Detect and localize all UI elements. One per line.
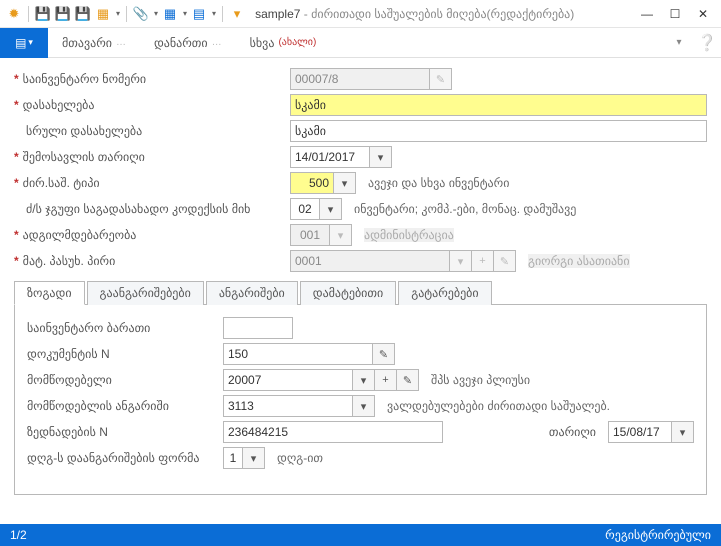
menu-bar: ▤ ▾ მთავარი … დანართი … სხვა(ახალი) ▾ ❔ [0, 28, 721, 58]
menu-other-label: სხვა [250, 36, 275, 50]
page-indicator: 1/2 [10, 528, 27, 542]
doc-n-field[interactable] [223, 343, 373, 365]
chevron-down-icon: ▾ [28, 37, 33, 48]
card-icon[interactable]: ▤ [191, 6, 207, 22]
waybill-label: ზედნადების N [27, 425, 217, 439]
title-bar: ✹ 💾 💾 💾 ▦ ▾ 📎 ▾ ▦ ▾ ▤ ▾ ▾ sample7 - ძირი… [0, 0, 721, 28]
waybill-date-field[interactable] [608, 421, 672, 443]
location-text: ადმინისტრაცია [364, 228, 454, 242]
asset-type-text: ავეჯი და სხვა ინვენტარი [368, 176, 509, 190]
status-bar: 1/2 რეგისტრირებული [0, 524, 721, 546]
tax-group-label: ძ/ს ჯგუფი საგადასახადო კოდექსის მიხ [14, 202, 284, 216]
supplier-text: შპს ავეჯი პლიუსი [431, 373, 530, 387]
full-name-field[interactable] [290, 120, 707, 142]
save-new-icon[interactable]: 💾 [75, 6, 91, 22]
tab-accounts[interactable]: ანგარიშები [206, 281, 298, 305]
menu-expand-icon[interactable]: ▾ [665, 37, 693, 48]
form-area: *საინვენტარო ნომერი ✎ *დასახელება სრული … [0, 58, 721, 524]
responsible-add-icon: + [472, 250, 494, 272]
inv-card-field[interactable] [223, 317, 293, 339]
save-icon[interactable]: 💾 [35, 6, 51, 22]
supplier-dropdown-icon[interactable]: ▾ [353, 369, 375, 391]
supplier-label: მომწოდებელი [27, 373, 217, 387]
vat-form-code[interactable] [223, 447, 243, 469]
asset-type-code[interactable] [290, 172, 334, 194]
asset-type-dropdown-icon[interactable]: ▾ [334, 172, 356, 194]
tab-strip: ზოგადი გაანგარიშებები ანგარიშები დამატებ… [14, 280, 707, 305]
card-dropdown[interactable]: ▾ [212, 9, 216, 18]
menu-other[interactable]: სხვა(ახალი) [236, 28, 331, 58]
doc-name: sample7 [255, 7, 300, 21]
inv-number-label: *საინვენტარო ნომერი [14, 72, 284, 86]
calc-dropdown[interactable]: ▾ [116, 9, 120, 18]
responsible-code [290, 250, 450, 272]
maximize-button[interactable]: ☐ [663, 4, 687, 24]
grid-dropdown[interactable]: ▾ [183, 9, 187, 18]
inv-card-label: საინვენტარო ბარათი [27, 321, 217, 335]
tab-panel-general: საინვენტარო ბარათი დოკუმენტის N ✎ მომწოდ… [14, 305, 707, 495]
menu-main-label: მთავარი [62, 36, 112, 50]
attach-icon[interactable]: 📎 [133, 6, 149, 22]
doc-n-label: დოკუმენტის N [27, 347, 217, 361]
responsible-text: გიორგი ასათიანი [528, 254, 630, 268]
supplier-acc-dropdown-icon[interactable]: ▾ [353, 395, 375, 417]
responsible-dropdown-icon: ▾ [450, 250, 472, 272]
tab-calculations[interactable]: გაანგარიშებები [87, 281, 204, 305]
income-date-field[interactable] [290, 146, 370, 168]
vat-form-text: დღგ-ით [277, 451, 323, 465]
menu-attachment[interactable]: დანართი … [140, 28, 236, 58]
inv-number-edit-icon: ✎ [430, 68, 452, 90]
waybill-date-label: თარიღი [549, 425, 596, 439]
responsible-edit-icon: ✎ [494, 250, 516, 272]
income-date-picker-icon[interactable]: ▾ [370, 146, 392, 168]
close-button[interactable]: ✕ [691, 4, 715, 24]
menu-file[interactable]: ▤ ▾ [0, 28, 48, 58]
full-name-label: სრული დასახელება [14, 124, 284, 138]
tax-group-code[interactable] [290, 198, 320, 220]
menu-file-icon: ▤ [15, 36, 26, 50]
supplier-add-icon[interactable]: + [375, 369, 397, 391]
save-close-icon[interactable]: 💾 [55, 6, 71, 22]
window-title: sample7 - ძირითადი საშუალების მიღება(რედ… [255, 7, 574, 21]
name-label: *დასახელება [14, 98, 284, 112]
help-icon[interactable]: ❔ [693, 33, 721, 53]
vat-form-label: დღგ-ს დაანგარიშების ფორმა [27, 451, 217, 465]
location-code [290, 224, 330, 246]
minimize-button[interactable]: — [635, 4, 659, 24]
tax-group-text: ინვენტარი; კომპ.-ები, მონაც. დამუშავე [354, 202, 576, 216]
responsible-label: *მატ. პასუხ. პირი [14, 254, 284, 268]
doc-n-edit-icon[interactable]: ✎ [373, 343, 395, 365]
waybill-date-picker-icon[interactable]: ▾ [672, 421, 694, 443]
waybill-field[interactable] [223, 421, 443, 443]
tax-group-dropdown-icon[interactable]: ▾ [320, 198, 342, 220]
name-field[interactable] [290, 94, 707, 116]
location-dropdown-icon: ▾ [330, 224, 352, 246]
grid-icon[interactable]: ▦ [162, 6, 178, 22]
menu-other-new: (ახალი) [278, 37, 316, 48]
supplier-edit-icon[interactable]: ✎ [397, 369, 419, 391]
tab-general[interactable]: ზოგადი [14, 281, 85, 305]
asset-type-label: *ძირ.საშ. ტიპი [14, 176, 284, 190]
calc-icon[interactable]: ▦ [95, 6, 111, 22]
status-text: რეგისტრირებული [605, 528, 711, 542]
menu-attachment-label: დანართი [154, 36, 208, 50]
vat-form-dropdown-icon[interactable]: ▾ [243, 447, 265, 469]
inv-number-field [290, 68, 430, 90]
doc-status-icon: ▾ [229, 6, 245, 22]
app-icon: ✹ [6, 6, 22, 22]
attach-dropdown[interactable]: ▾ [154, 9, 158, 18]
supplier-acc-code[interactable] [223, 395, 353, 417]
tab-additional[interactable]: დამატებითი [300, 281, 396, 305]
location-label: *ადგილმდებარეობა [14, 228, 284, 242]
tab-movements[interactable]: გატარებები [398, 281, 491, 305]
supplier-acc-text: ვალდებულებები ძირითადი საშუალებ. [387, 399, 610, 413]
supplier-code[interactable] [223, 369, 353, 391]
supplier-acc-label: მომწოდებლის ანგარიში [27, 399, 217, 413]
income-date-label: *შემოსავლის თარიღი [14, 150, 284, 164]
menu-main[interactable]: მთავარი … [48, 28, 140, 58]
title-suffix: ძირითადი საშუალების მიღება(რედაქტირება) [311, 7, 574, 21]
